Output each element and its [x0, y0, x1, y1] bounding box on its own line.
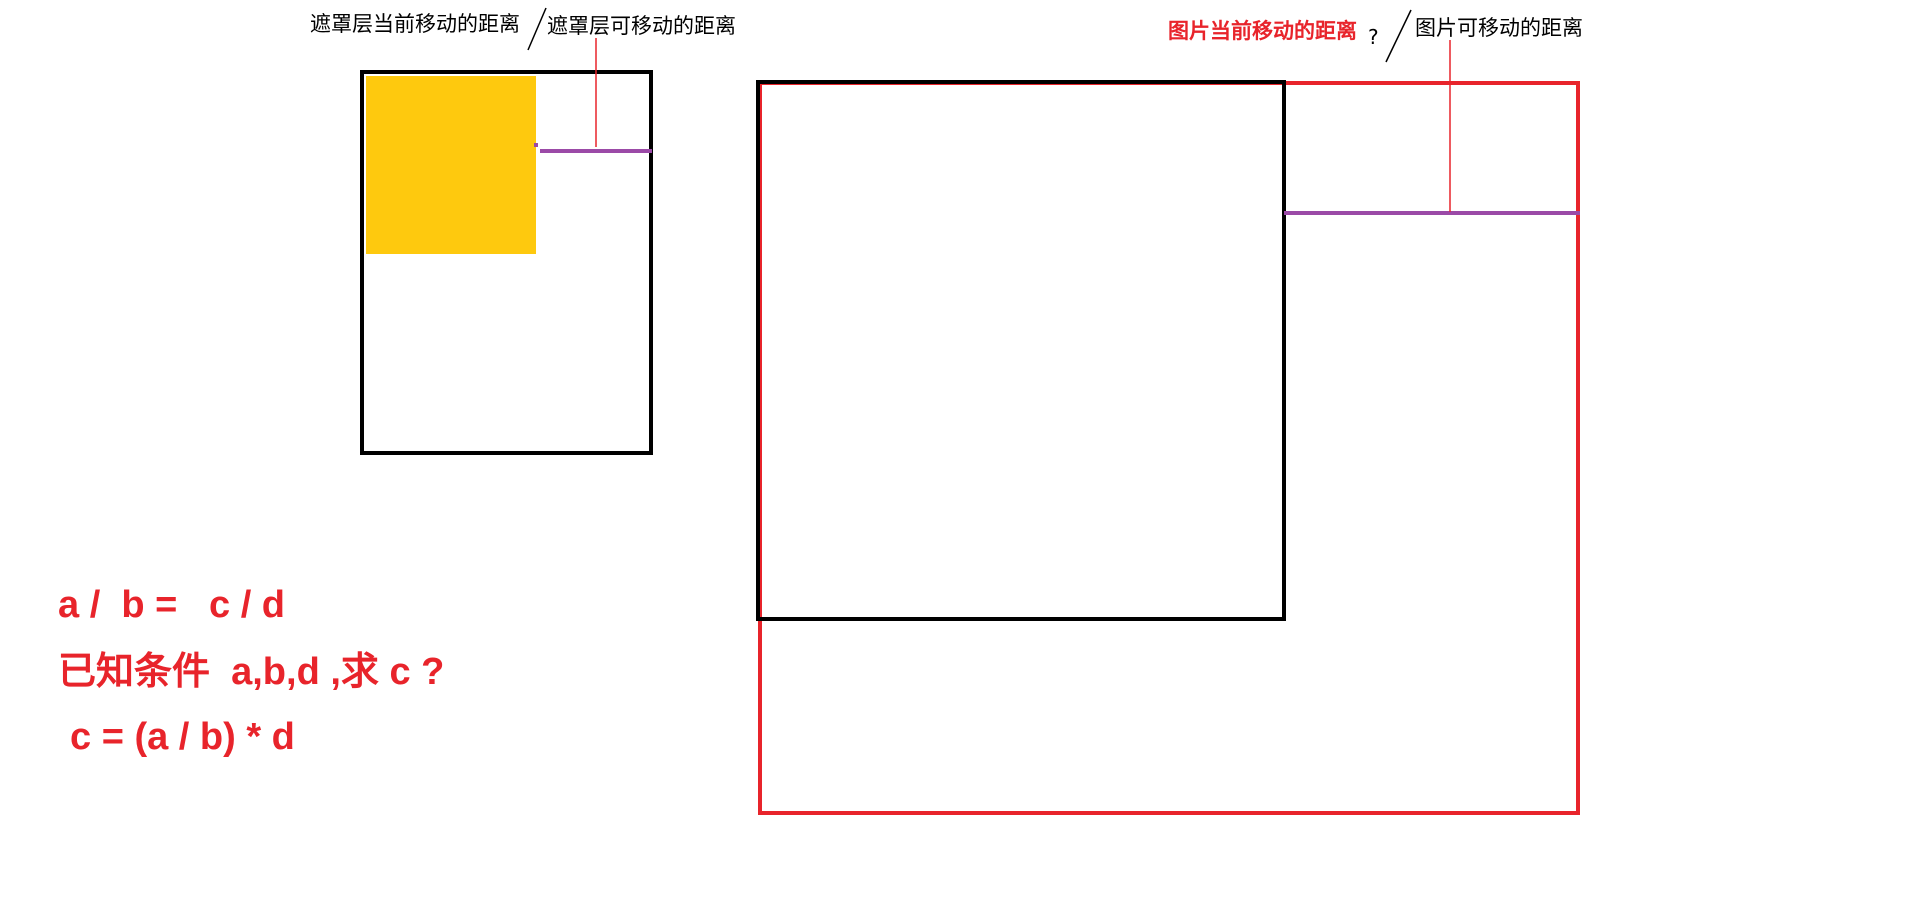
formula-solution: c = (a / b) * d: [70, 716, 295, 758]
large-image-box: [758, 81, 1580, 815]
large-viewport-box: [756, 80, 1286, 621]
image-movable-distance-label: 图片可移动的距离: [1415, 16, 1583, 40]
image-question-mark: ?: [1368, 25, 1379, 49]
formula-known-conditions: 已知条件 a,b,d ,求 c ?: [58, 651, 445, 693]
mask-movable-distance-label: 遮罩层可移动的距离: [547, 14, 736, 38]
formula-ratio: a / b = c / d: [58, 584, 286, 626]
diagram-svg: [360, 7, 1580, 815]
image-label-divider: [1385, 9, 1412, 63]
mask-layer: [366, 76, 536, 254]
image-current-distance-label: 图片当前移动的距离: [1168, 19, 1357, 43]
mask-current-distance-label: 遮罩层当前移动的距离: [310, 12, 520, 36]
mask-label-divider: [527, 7, 547, 51]
mask-line-dot: [534, 143, 538, 147]
